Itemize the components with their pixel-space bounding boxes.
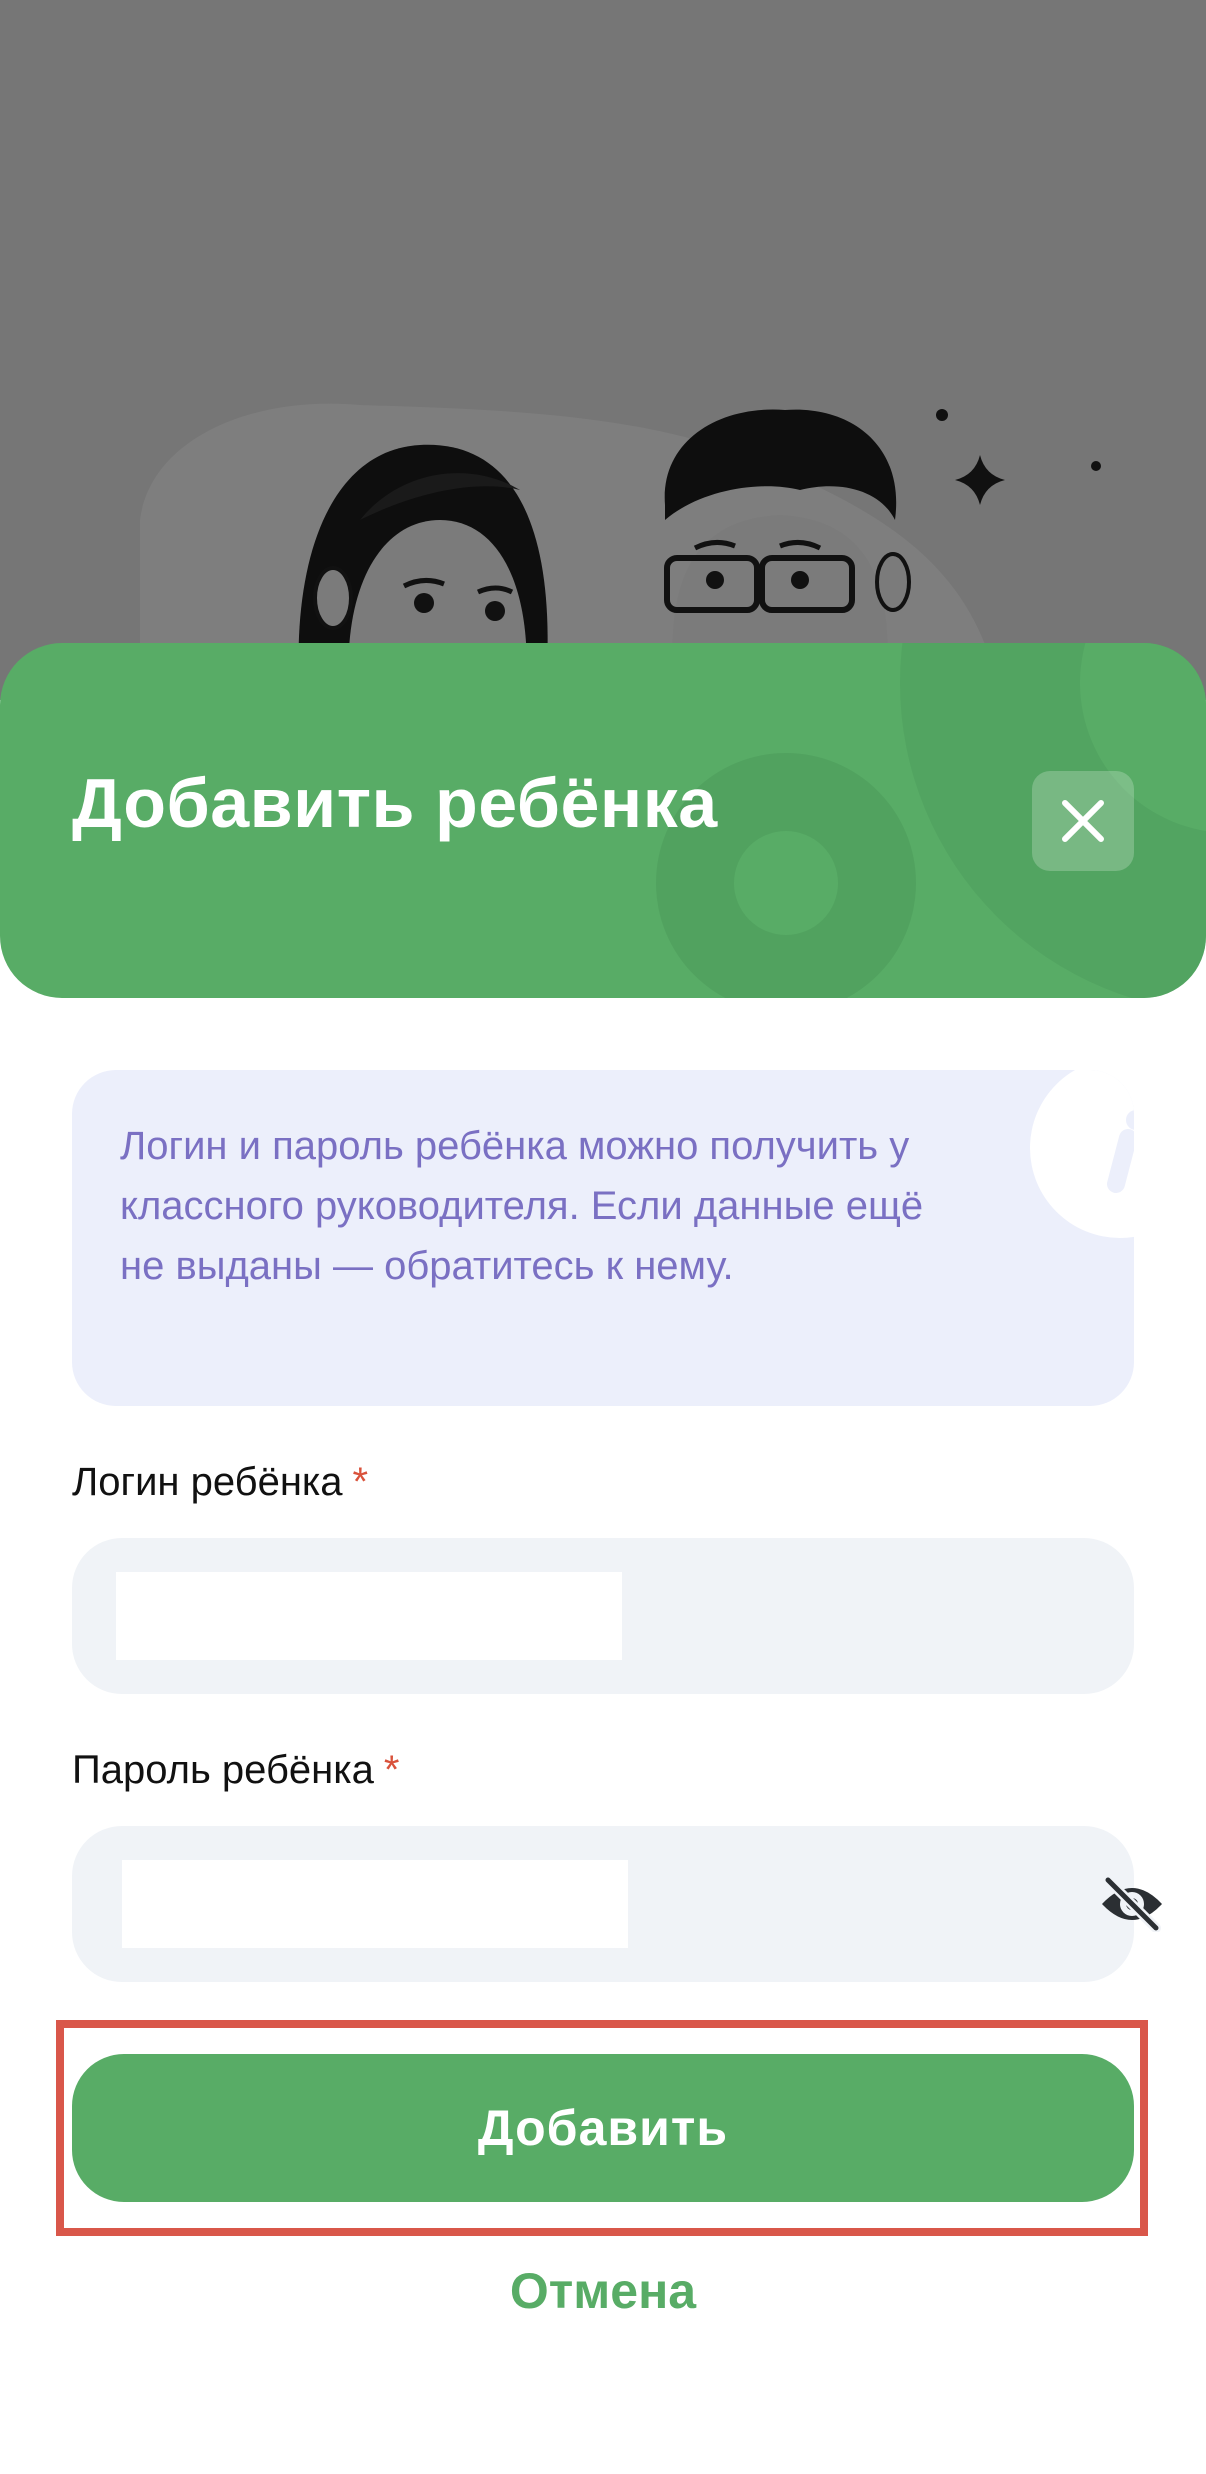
add-button[interactable]: Добавить: [72, 2054, 1134, 2202]
info-text: Логин и пароль ребёнка можно получить у …: [120, 1124, 924, 1288]
password-label: Пароль ребёнка *: [72, 1748, 399, 1793]
password-field[interactable]: [72, 1826, 1162, 1982]
login-label: Логин ребёнка *: [72, 1460, 368, 1505]
close-button[interactable]: [1032, 771, 1134, 871]
cancel-button[interactable]: Отмена: [0, 2262, 1206, 2320]
password-label-text: Пароль ребёнка: [72, 1748, 374, 1792]
info-notice: Логин и пароль ребёнка можно получить у …: [72, 1070, 1134, 1406]
required-mark: *: [352, 1460, 369, 1504]
password-visibility-toggle[interactable]: [1092, 1868, 1172, 1940]
password-input[interactable]: [122, 1860, 628, 1948]
login-input[interactable]: [116, 1572, 622, 1660]
dimmed-backdrop[interactable]: [0, 0, 1206, 700]
login-field[interactable]: [72, 1538, 1134, 1694]
info-icon: [1107, 1110, 1134, 1193]
login-label-text: Логин ребёнка: [72, 1460, 343, 1504]
eye-off-icon: [1102, 1876, 1162, 1932]
close-icon: [1062, 800, 1104, 842]
sparkle-icon: [955, 455, 1005, 505]
parents-illustration: [140, 403, 1101, 700]
modal-title: Добавить ребёнка: [72, 764, 718, 842]
required-mark: *: [383, 1748, 400, 1792]
modal-header: Добавить ребёнка: [0, 643, 1206, 998]
